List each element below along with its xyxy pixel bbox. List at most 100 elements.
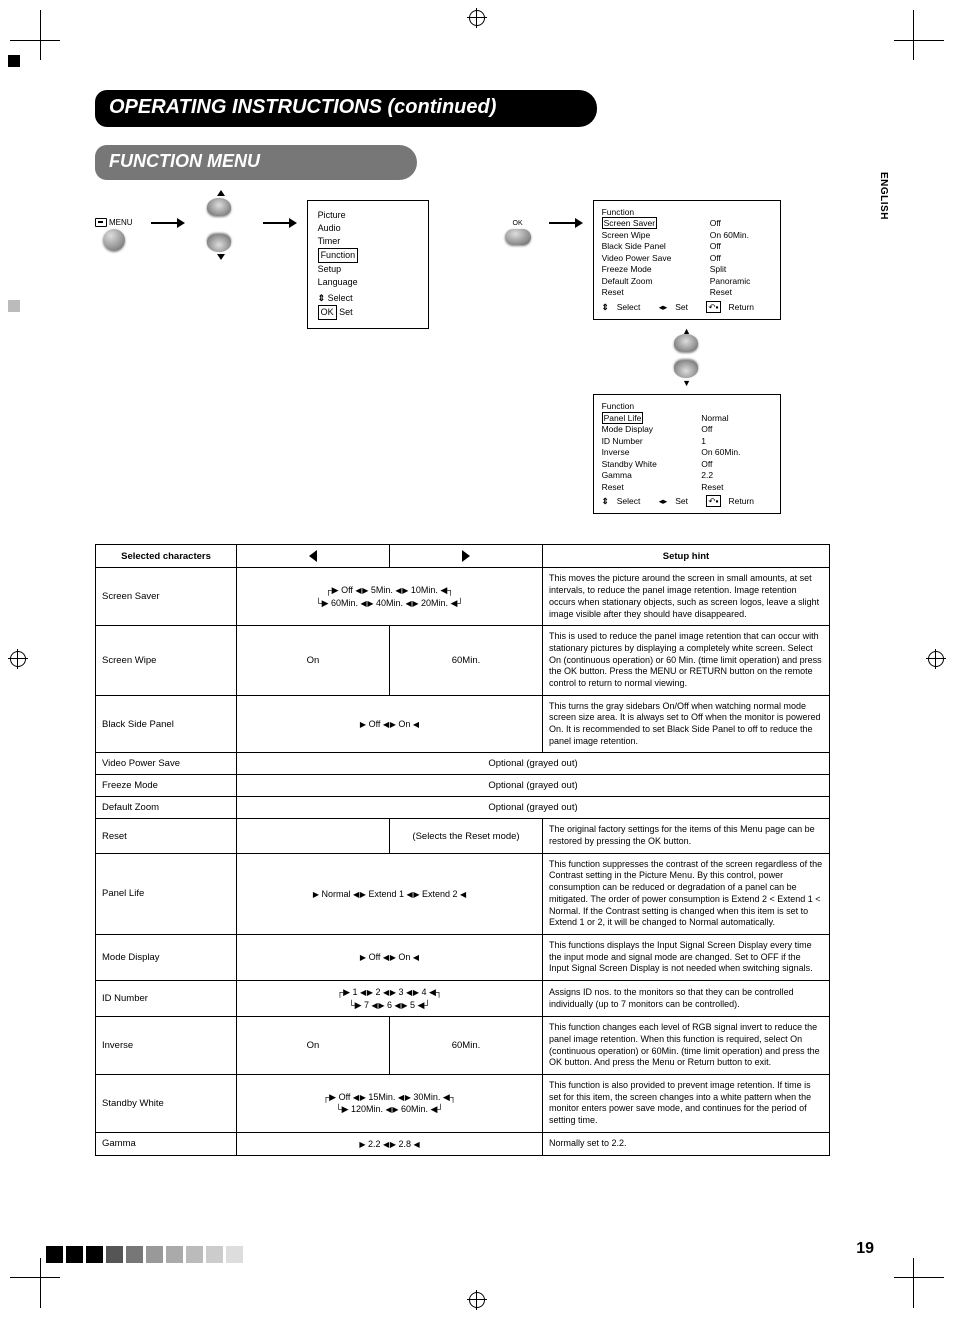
osd-item-value: On 60Min. [702, 230, 772, 241]
registration-mark [467, 1290, 487, 1310]
setting-name: Screen Wipe [96, 626, 237, 695]
table-row: Video Power SaveOptional (grayed out) [96, 753, 830, 775]
cycle-diagram: ┌▶ Off ◀ ▶ 15Min. ◀ ▶ 30Min. ◀┐└▶ 120Min… [243, 1091, 536, 1116]
table-row: Mode Display▶ Off ◀ ▶ On ◀This functions… [96, 934, 830, 980]
setting-name: ID Number [96, 980, 237, 1016]
osd-item-value: Reset [693, 482, 771, 493]
osd-item-value: 1 [693, 436, 771, 447]
table-row: Freeze ModeOptional (grayed out) [96, 775, 830, 797]
cycle-diagram: ▶ 2.2 ◀ ▶ 2.8 ◀ [243, 1138, 536, 1151]
table-row: Screen WipeOn60Min.This is used to reduc… [96, 626, 830, 695]
osd-item-highlighted: Panel Life [602, 412, 644, 424]
setting-right-value: 60Min. [390, 1017, 543, 1075]
setting-name: Mode Display [96, 934, 237, 980]
osd-item-value: Panoramic [702, 276, 772, 287]
osd-footer-return: Return [729, 302, 755, 312]
crop-mark [874, 20, 934, 80]
menu-item: Audio [318, 222, 418, 235]
osd-item-value: Off [693, 424, 771, 435]
cycle-diagram: ┌▶ 1 ◀ ▶ 2 ◀ ▶ 3 ◀ ▶ 4 ◀┐└▶ 7 ◀ ▶ 6 ◀ ▶ … [243, 986, 536, 1011]
setting-name: Video Power Save [96, 753, 237, 775]
osd-item-label: Gamma [602, 470, 694, 481]
table-row: Panel Life▶ Normal ◀ ▶ Extend 1 ◀ ▶ Exte… [96, 853, 830, 934]
main-menu-osd: Picture Audio Timer Function Setup Langu… [307, 200, 429, 329]
gray-square-marker [8, 300, 20, 312]
menu-item-highlighted: Function [318, 248, 359, 263]
updown-icon: ⇕ [318, 292, 326, 305]
leftright-icon: ◂▸ [659, 496, 668, 506]
setting-name: Black Side Panel [96, 695, 237, 753]
updown-dpad-icon [195, 198, 245, 252]
setting-span-value: Optional (grayed out) [237, 775, 830, 797]
osd-item-value: Normal [693, 413, 771, 424]
setting-right-value: 60Min. [390, 626, 543, 695]
cycle-diagram: ▶ Normal ◀ ▶ Extend 1 ◀ ▶ Extend 2 ◀ [243, 888, 536, 901]
table-row: Default ZoomOptional (grayed out) [96, 797, 830, 819]
table-header-left-icon [237, 545, 390, 568]
osd-item-value: Off [702, 253, 772, 264]
page-number: 19 [856, 1240, 874, 1258]
setting-span-value: Optional (grayed out) [237, 797, 830, 819]
table-row: Reset(Selects the Reset mode)The origina… [96, 819, 830, 853]
page-title: OPERATING INSTRUCTIONS (continued) [95, 90, 597, 127]
registration-mark [8, 649, 28, 669]
navigation-diagram: MENU Picture Audio Timer Function Setup … [95, 200, 879, 514]
setting-name: Standby White [96, 1074, 237, 1132]
arrow-icon [151, 222, 177, 224]
osd-item-highlighted: Screen Saver [602, 217, 658, 229]
settings-table: Selected characters Setup hint Screen Sa… [95, 544, 830, 1156]
footer-gradient-bar [46, 1246, 243, 1263]
osd-item-label: Inverse [602, 447, 694, 458]
updown-icon: ⇕ [602, 496, 609, 507]
menu-item: Setup [318, 263, 418, 276]
setting-hint: The original factory settings for the it… [543, 819, 830, 853]
setting-hint: This moves the picture around the screen… [543, 568, 830, 626]
cycle-diagram: ▶ Off ◀ ▶ On ◀ [243, 951, 536, 964]
function-menu-osd-1: Function Screen SaverOffScreen WipeOn 60… [593, 200, 781, 320]
table-row: Screen Saver┌▶ Off ◀ ▶ 5Min. ◀ ▶ 10Min. … [96, 568, 830, 626]
table-header: Setup hint [543, 545, 830, 568]
setting-span-value: Optional (grayed out) [237, 753, 830, 775]
menu-button-icon [103, 229, 125, 251]
osd-item-value: On 60Min. [693, 447, 771, 458]
setting-left-value: On [237, 626, 390, 695]
setting-name: Inverse [96, 1017, 237, 1075]
table-header: Selected characters [96, 545, 237, 568]
menu-button-label: MENU [109, 218, 133, 227]
arrow-icon [549, 222, 575, 224]
function-menu-osd-2: Function Panel Life NormalMode DisplayOff… [593, 394, 781, 514]
menu-item: Picture [318, 209, 418, 222]
osd-item-label: Reset [602, 287, 702, 298]
table-row: InverseOn60Min.This function changes eac… [96, 1017, 830, 1075]
osd-item-label: Black Side Panel [602, 241, 702, 252]
cycle-diagram: ▶ Off ◀ ▶ On ◀ [243, 718, 536, 731]
setting-name: Freeze Mode [96, 775, 237, 797]
osd-title: Function [602, 401, 772, 412]
osd-item-label: Freeze Mode [602, 264, 702, 275]
osd-footer-set: Set [675, 496, 688, 506]
osd-item-value: Reset [702, 287, 772, 298]
setting-name: Default Zoom [96, 797, 237, 819]
osd-item-value: 2.2 [693, 470, 771, 481]
menu-item: Language [318, 276, 418, 289]
osd-footer-select: Select [617, 302, 641, 312]
osd-item-label: ID Number [602, 436, 694, 447]
osd-item-label: Mode Display [602, 424, 694, 435]
language-tab: ENGLISH [878, 172, 889, 220]
cycle-diagram: ┌▶ Off ◀ ▶ 5Min. ◀ ▶ 10Min. ◀┐└▶ 60Min. … [243, 584, 536, 609]
setting-hint: This turns the gray sidebars On/Off when… [543, 695, 830, 753]
osd-footer-set: Set [675, 302, 688, 312]
section-title: FUNCTION MENU [95, 145, 417, 180]
table-header-right-icon [390, 545, 543, 568]
osd-item-label: Video Power Save [602, 253, 702, 264]
table-row: Black Side Panel ▶ Off ◀ ▶ On ◀ This turns… [96, 695, 830, 753]
crop-mark [874, 1238, 934, 1298]
ok-button-label: OK [505, 220, 531, 227]
osd-item-label: Reset [602, 482, 694, 493]
updown-icon: ⇕ [602, 302, 609, 313]
leftright-icon: ◂▸ [659, 302, 668, 312]
osd-item-label: Standby White [602, 459, 694, 470]
setting-hint: This function changes each level of RGB … [543, 1017, 830, 1075]
osd-item-value: Off [702, 218, 772, 229]
setting-hint: Normally set to 2.2. [543, 1132, 830, 1156]
